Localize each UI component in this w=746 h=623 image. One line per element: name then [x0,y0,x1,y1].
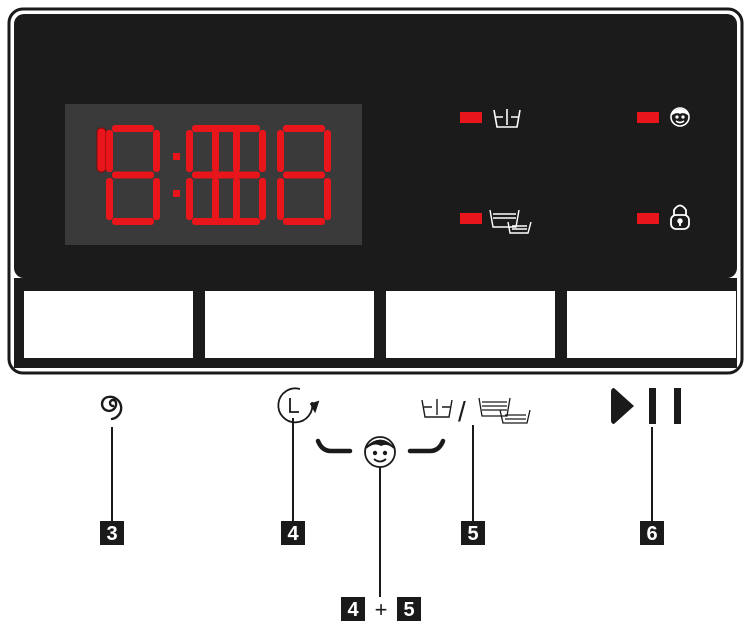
colon-dot-top [173,153,180,160]
digit-4-segment-d [283,218,325,225]
combo-bracket-right [407,438,446,454]
clock-icon [277,387,320,424]
spin-button[interactable] [24,291,193,358]
digit-1-segment-d [112,218,154,225]
digit-3-segment-d [218,218,260,225]
digit-0-segment-b [96,127,107,173]
digit-3-segment-c [259,178,266,220]
combo-badge-4: 4 [347,599,359,621]
digit-4-segment-c [324,178,331,220]
digit-2-segment-e [186,178,193,220]
digit-4-segment-b [324,130,331,172]
rinse-hold-led [460,112,482,123]
svg-text:4: 4 [287,523,299,545]
control-panel-diagram: / 3 4 5 6 4 + 5 [7,7,744,622]
digit-1-segment-c [153,178,160,220]
digit-2-segment-f [186,130,193,172]
digit-1-segment-g [112,171,154,179]
digit-2-segment-b [233,130,240,172]
start-pause-button[interactable] [567,291,736,358]
delay-button[interactable] [205,291,374,358]
digit-1-segment-b [153,130,160,172]
svg-text:3: 3 [106,523,117,545]
rinse-button[interactable] [386,291,555,358]
digit-3-segment-b [259,130,266,172]
combo-bracket-left [315,438,353,454]
svg-text:5: 5 [467,523,478,545]
start-pause-icon [611,388,681,424]
combo-badge-5: 5 [403,599,414,621]
digit-1-segment-e [106,178,113,220]
spin-icon [100,395,123,421]
extra-rinse-led [460,213,482,224]
child-lock-combo-icon [364,436,396,468]
rinse-hold-label-icon [421,399,453,418]
digit-3-segment-f [212,130,219,172]
digit-3-segment-e [212,178,219,220]
digit-1-segment-f [106,130,113,172]
door-lock-led [637,213,659,224]
callout-badge-5: 5 [461,521,485,545]
child-lock-led [637,112,659,123]
digit-2-segment-c [233,178,240,220]
digit-3-segment-g [218,171,260,179]
digit-4-segment-f [277,130,284,172]
colon-dot-bottom [173,190,180,197]
combo-plus: + [375,597,388,622]
callout-badge-4: 4 [281,521,305,545]
digit-4-segment-a [283,125,325,132]
digit-3-segment-a [218,125,260,132]
callout-badge-6: 6 [640,521,664,545]
extra-rinse-label-icon [478,397,531,424]
digit-4-segment-g [283,171,325,179]
digit-1-segment-a [112,125,154,132]
rinse-slash: / [458,396,466,427]
svg-text:6: 6 [646,523,657,545]
digit-4-segment-e [277,178,284,220]
combo-callout: 4 + 5 [341,597,421,622]
callout-badge-3: 3 [100,521,124,545]
